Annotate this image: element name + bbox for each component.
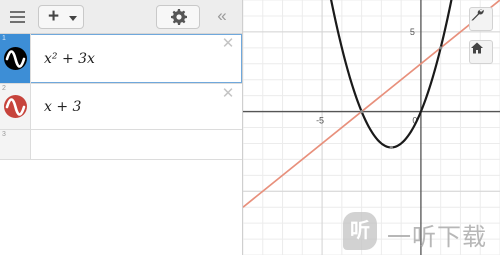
expression-gutter: 2: [0, 84, 31, 129]
collapse-panel-button[interactable]: «: [211, 6, 233, 28]
watermark: 听 一听下载: [335, 208, 500, 255]
expression-toolbar: + «: [0, 0, 242, 34]
expression-gutter: 3: [0, 130, 31, 159]
vertex-point: [389, 145, 393, 150]
wrench-icon: [471, 9, 484, 21]
intersection-point: [439, 46, 443, 50]
expression-input[interactable]: x² + 3x: [44, 51, 95, 67]
expression-panel: + « 1 x² + 3x ✕ 2 x + 3 ✕ 3: [0, 0, 243, 255]
wave-icon: [5, 98, 26, 116]
expression-index: 2: [2, 85, 6, 92]
plus-icon: +: [48, 6, 60, 27]
expression-gutter: 1: [0, 34, 31, 83]
expression-index: 1: [2, 35, 6, 42]
expression-row-2[interactable]: 2 x + 3 ✕: [0, 84, 242, 130]
chevron-down-icon: [69, 16, 77, 21]
delete-expression-icon[interactable]: ✕: [220, 36, 236, 52]
settings-button[interactable]: [156, 5, 200, 29]
graphing-calculator-app: + « 1 x² + 3x ✕ 2 x + 3 ✕ 3 -5 0 5 听 一听下…: [0, 0, 500, 255]
delete-expression-icon[interactable]: ✕: [220, 86, 236, 102]
watermark-logo: 听: [343, 212, 377, 250]
hamburger-icon[interactable]: [10, 11, 25, 23]
intersection-point: [360, 109, 364, 114]
watermark-text: 一听下载: [387, 224, 487, 251]
expression-index: 3: [2, 131, 6, 138]
graph-settings-button[interactable]: [469, 7, 493, 31]
gear-icon: [171, 9, 187, 25]
zoom-default-button[interactable]: [469, 40, 493, 64]
home-icon: [471, 42, 483, 54]
expression-row-1[interactable]: 1 x² + 3x ✕: [0, 34, 242, 84]
x-tick-label: -5: [316, 116, 324, 126]
expression-input[interactable]: x + 3: [44, 99, 81, 115]
graph-style-toggle[interactable]: [4, 95, 27, 118]
expression-row-3[interactable]: 3: [0, 130, 242, 160]
graph-style-toggle[interactable]: [4, 47, 27, 70]
wave-icon: [5, 50, 26, 68]
y-tick-label: 5: [410, 27, 415, 37]
add-item-button[interactable]: +: [38, 5, 84, 29]
